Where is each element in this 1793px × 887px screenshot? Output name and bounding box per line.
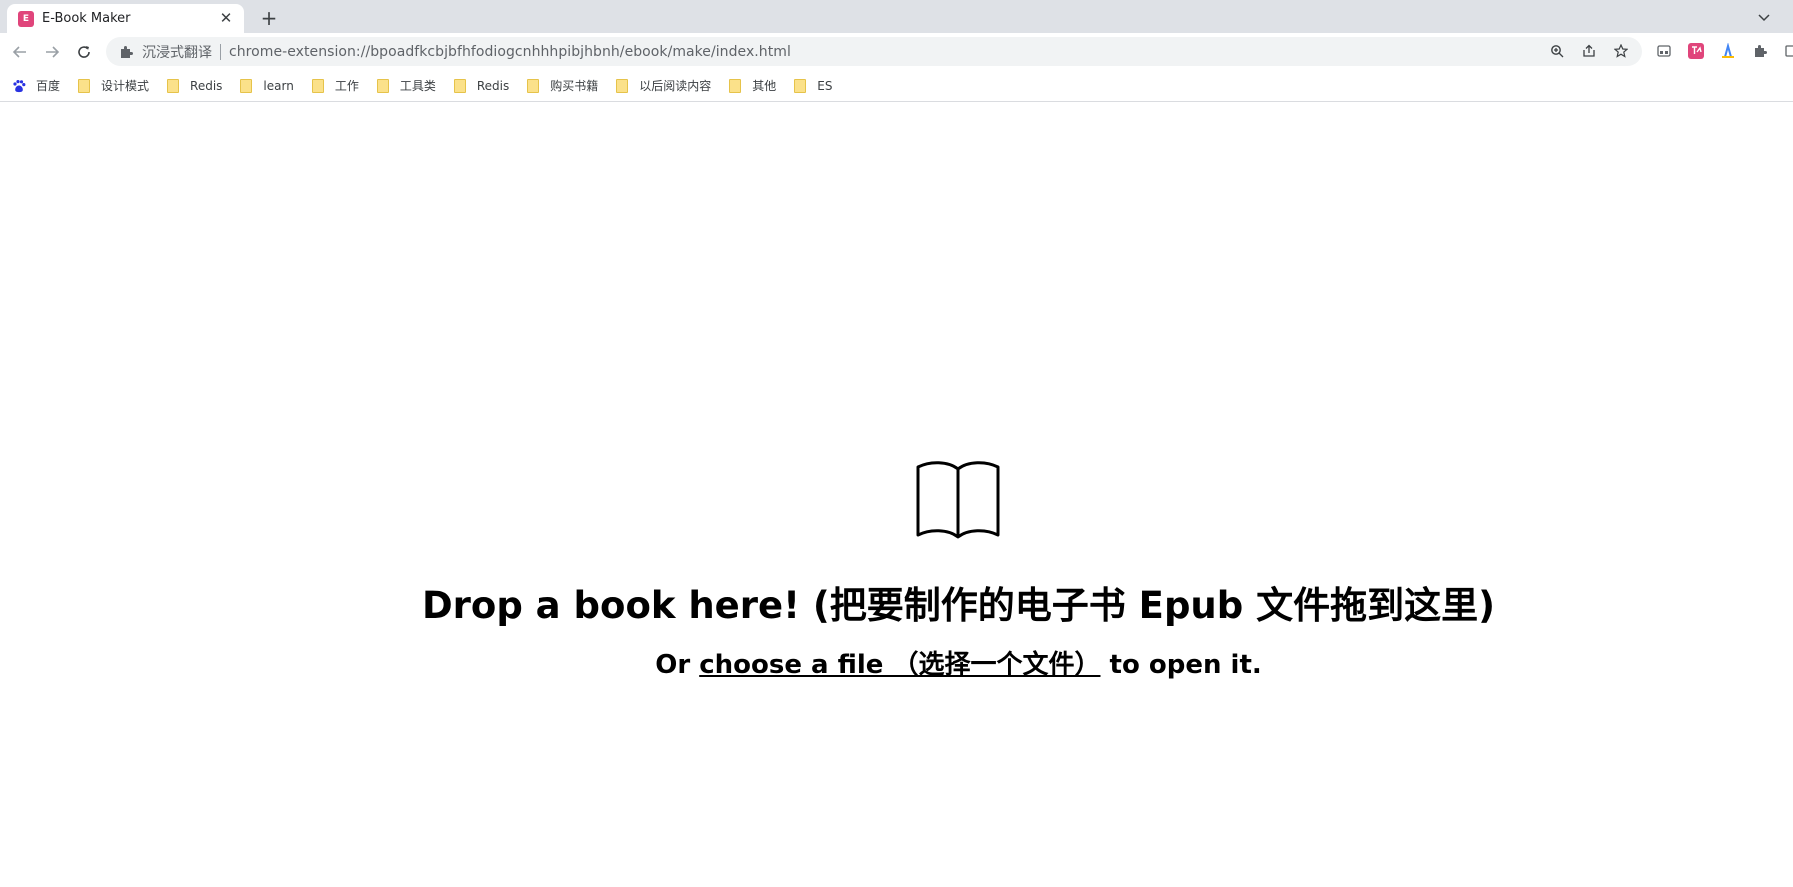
bookmark-label: Redis — [190, 78, 223, 93]
drop-subtitle: Or choose a file （选择一个文件） to open it. — [0, 644, 1793, 681]
bookmark-label: 工作 — [334, 79, 359, 93]
zoom-icon[interactable] — [1546, 40, 1568, 62]
baidu-paw-icon — [12, 79, 26, 93]
tab-ebook-maker[interactable]: E E-Book Maker ✕ — [7, 4, 244, 33]
new-tab-button[interactable]: + — [258, 7, 280, 29]
folder-icon — [376, 78, 390, 93]
folder-icon — [615, 78, 629, 93]
folder-icon — [166, 78, 180, 93]
omnibox-actions — [1546, 40, 1632, 62]
choose-file-link[interactable]: choose a file （选择一个文件） — [699, 650, 1100, 680]
folder-icon — [793, 78, 807, 93]
drop-zone[interactable]: Drop a book here! (把要制作的电子书 Epub 文件拖到这里)… — [0, 103, 1793, 887]
url-text[interactable]: chrome-extension://bpoadfkcbjbfhfodiogcn… — [229, 44, 791, 60]
bookmark-folder-es[interactable]: ES — [793, 74, 839, 98]
bookmarks-bar: 百度 设计模式 Redis learn 工作 工具类 Redis 购买书籍 以后… — [0, 70, 1793, 102]
bookmark-folder-buy-books[interactable]: 购买书籍 — [526, 74, 605, 98]
folder-icon — [728, 78, 742, 93]
tab-search-chevron-icon[interactable] — [1753, 6, 1775, 28]
bookmark-folder-work[interactable]: 工作 — [311, 74, 366, 98]
back-arrow-icon[interactable] — [8, 40, 32, 64]
folder-icon — [239, 78, 253, 93]
bookmark-folder-learn[interactable]: learn — [239, 74, 300, 98]
bookmark-label: 以后阅读内容 — [639, 79, 712, 93]
bookmark-folder-read-later[interactable]: 以后阅读内容 — [615, 74, 718, 98]
color-extension-icon[interactable] — [1717, 40, 1739, 62]
omnibox-divider — [220, 43, 221, 60]
extension-icons — [1653, 40, 1793, 62]
subtitle-suffix: to open it. — [1100, 650, 1262, 680]
bookmark-label: 设计模式 — [101, 79, 150, 93]
open-book-icon — [916, 461, 1000, 539]
bookmark-label: Redis — [476, 78, 510, 93]
media-icon[interactable] — [1653, 40, 1675, 62]
bookmark-folder-other[interactable]: 其他 — [728, 74, 783, 98]
ebook-maker-favicon-icon: E — [18, 10, 34, 27]
puzzle-icon[interactable] — [1749, 40, 1771, 62]
drop-title: Drop a book here! (把要制作的电子书 Epub 文件拖到这里) — [421, 584, 1496, 627]
bookmark-label: 百度 — [36, 79, 61, 93]
bookmark-folder-tools[interactable]: 工具类 — [376, 74, 443, 98]
bookmark-label: ES — [817, 78, 833, 93]
bookmark-baidu[interactable]: 百度 — [12, 74, 67, 98]
bookmark-label: 其他 — [752, 79, 777, 93]
share-icon[interactable] — [1578, 40, 1600, 62]
folder-icon — [311, 78, 325, 93]
forward-arrow-icon[interactable] — [40, 40, 64, 64]
browser-toolbar: 沉浸式翻译 chrome-extension://bpoadfkcbjbfhfo… — [0, 33, 1793, 70]
star-icon[interactable] — [1610, 40, 1632, 62]
bookmark-folder-redis[interactable]: Redis — [166, 74, 229, 98]
reload-icon[interactable] — [72, 40, 96, 64]
bookmark-folder-redis-2[interactable]: Redis — [453, 74, 516, 98]
tab-strip: E E-Book Maker ✕ + — [0, 0, 1793, 33]
side-panel-icon[interactable] — [1781, 40, 1793, 62]
folder-icon — [453, 78, 467, 93]
subtitle-prefix: Or — [655, 650, 700, 680]
bookmark-label: learn — [263, 78, 294, 93]
close-tab-icon[interactable]: ✕ — [218, 11, 234, 27]
folder-icon — [77, 78, 91, 93]
bookmark-folder-design-patterns[interactable]: 设计模式 — [77, 74, 156, 98]
translate-extension-icon[interactable] — [1685, 40, 1707, 62]
folder-icon — [526, 78, 540, 93]
tab-title: E-Book Maker — [42, 11, 131, 26]
address-bar[interactable]: 沉浸式翻译 chrome-extension://bpoadfkcbjbfhfo… — [106, 37, 1642, 66]
puzzle-icon — [118, 44, 134, 60]
extension-name-chip: 沉浸式翻译 — [142, 44, 212, 61]
bookmark-label: 购买书籍 — [550, 79, 599, 93]
bookmark-label: 工具类 — [399, 79, 436, 93]
